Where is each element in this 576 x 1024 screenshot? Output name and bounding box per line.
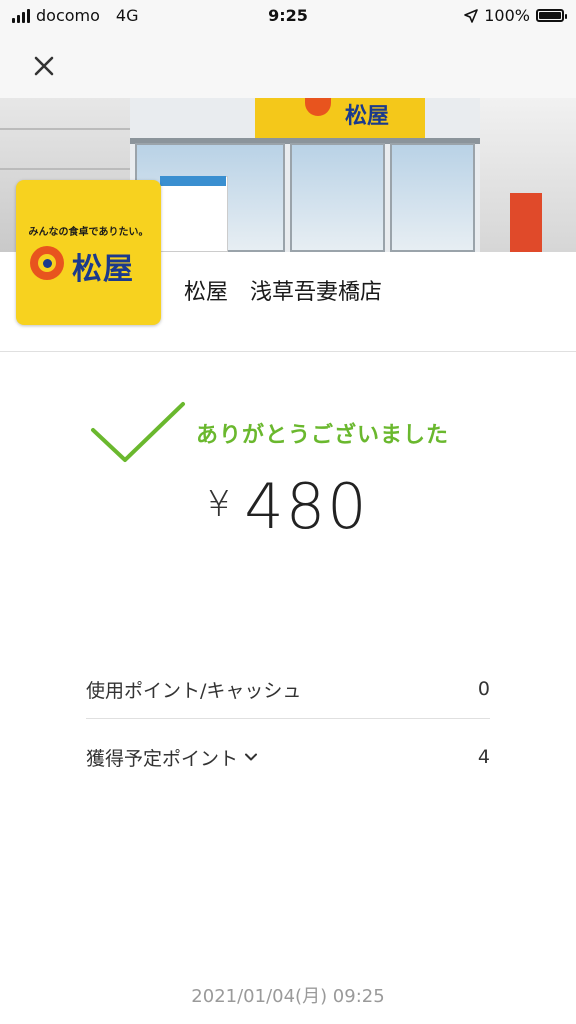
transaction-timestamp: 2021/01/04(月) 09:25 [191, 986, 385, 1007]
payment-amount: ¥480 [0, 470, 576, 543]
divider [0, 351, 576, 352]
used-points-value: 0 [477, 678, 490, 700]
banner-line [0, 128, 130, 130]
location-arrow-icon [464, 8, 479, 23]
banner-store-sign [255, 98, 425, 138]
banner-window [290, 143, 385, 252]
chevron-down-icon[interactable] [244, 750, 258, 764]
earned-points-row[interactable]: 獲得予定ポイント 4 [86, 727, 490, 787]
close-button[interactable] [28, 50, 60, 82]
banner-poster-band [160, 176, 226, 186]
banner-line [0, 168, 130, 170]
banner-menu-poster [160, 176, 228, 252]
battery-percent: 100% [484, 6, 530, 25]
logo-tagline: みんなの食卓でありたい。 [28, 227, 149, 238]
divider [86, 718, 490, 719]
currency-symbol: ¥ [207, 484, 231, 525]
earned-points-value: 4 [477, 746, 490, 768]
status-bar: docomo 4G 9:25 100% [0, 0, 576, 32]
thanks-message: ありがとうございました [196, 423, 450, 448]
earned-points-label-wrap: 獲得予定ポイント [86, 744, 258, 771]
used-points-label: 使用ポイント/キャッシュ [86, 679, 302, 702]
logo-mark-dot [43, 259, 52, 268]
logo-name: 松屋 [72, 252, 134, 287]
close-icon [34, 56, 54, 76]
earned-points-label: 獲得予定ポイント [86, 747, 239, 770]
banner-sign-text: 松屋 [345, 104, 390, 129]
nav-bar [0, 32, 576, 99]
battery-fill [539, 12, 561, 19]
store-logo: みんなの食卓でありたい。 松屋 [16, 180, 161, 325]
used-points-row: 使用ポイント/キャッシュ 0 [86, 659, 490, 719]
status-right: 100% [464, 6, 567, 25]
battery-icon [536, 9, 567, 22]
amount-value: 480 [244, 470, 369, 543]
banner-door [510, 193, 542, 252]
checkmark-icon [91, 402, 185, 462]
store-name: 松屋 浅草吾妻橋店 [184, 280, 383, 305]
banner-window [390, 143, 475, 252]
